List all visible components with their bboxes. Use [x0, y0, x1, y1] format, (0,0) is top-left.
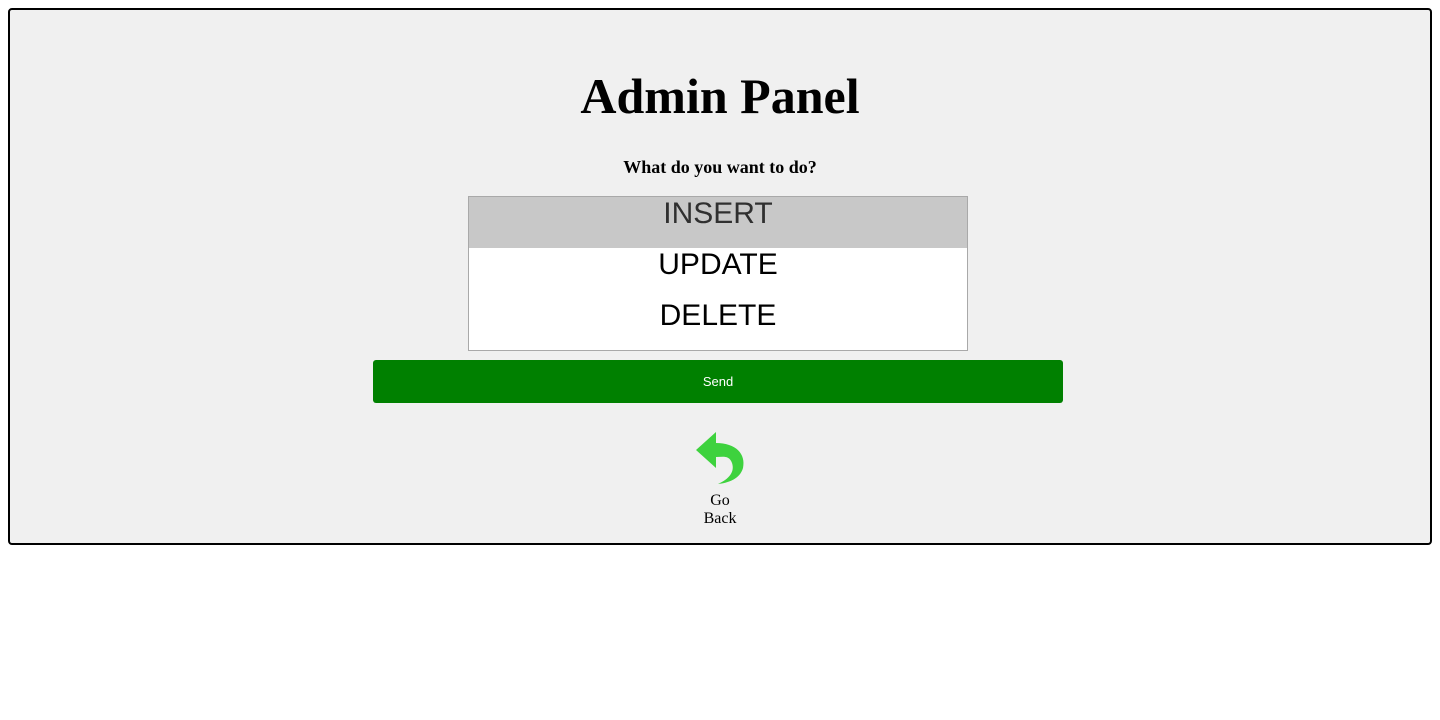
back-arrow-icon[interactable]	[694, 430, 746, 486]
page-title: Admin Panel	[580, 68, 860, 124]
option-update[interactable]: UPDATE	[469, 248, 967, 299]
action-listbox[interactable]: INSERT UPDATE DELETE	[468, 196, 968, 351]
admin-panel: Admin Panel What do you want to do? INSE…	[8, 8, 1432, 545]
option-insert[interactable]: INSERT	[469, 197, 967, 248]
go-back-link[interactable]: Go Back	[680, 430, 760, 528]
action-question: What do you want to do?	[623, 157, 817, 177]
option-delete[interactable]: DELETE	[469, 299, 967, 350]
go-back-label[interactable]: Go Back	[700, 492, 740, 528]
send-button[interactable]: Send	[373, 360, 1063, 403]
